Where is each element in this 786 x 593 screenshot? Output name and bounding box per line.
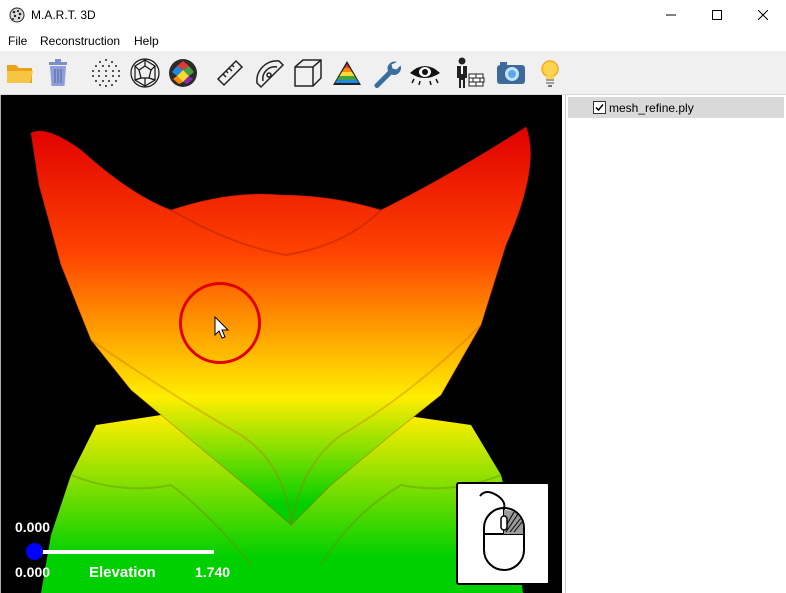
slider-current-value: 0.000 <box>15 519 51 535</box>
slider-title: Elevation <box>89 564 156 581</box>
mouse-icon <box>479 491 525 571</box>
window-title: M.A.R.T. 3D <box>31 8 96 22</box>
eye-icon <box>410 66 440 85</box>
app-logo-icon <box>9 7 25 23</box>
wrench-icon <box>374 61 401 88</box>
colored-mesh-sphere-icon <box>169 59 197 87</box>
tree-item-mesh[interactable]: mesh_refine.ply <box>568 97 784 118</box>
slider-track[interactable] <box>34 550 214 554</box>
open-folder-icon <box>7 65 33 83</box>
delete-button[interactable] <box>41 56 75 90</box>
cube-icon <box>294 59 322 87</box>
protractor-icon <box>256 60 285 89</box>
view-button[interactable] <box>408 56 442 90</box>
toolbar <box>0 51 786 95</box>
trash-icon <box>49 59 67 86</box>
ruler-icon <box>216 59 244 87</box>
visibility-checkbox[interactable] <box>593 101 606 114</box>
minimize-icon <box>666 14 676 16</box>
close-icon <box>758 10 768 20</box>
point-cloud-icon <box>92 59 120 87</box>
menu-file[interactable]: File <box>8 34 27 48</box>
scene-tree-panel: mesh_refine.ply <box>565 95 786 593</box>
close-button[interactable] <box>740 0 786 30</box>
settings-button[interactable] <box>369 56 403 90</box>
elevation-triangle-icon <box>333 61 361 85</box>
menu-bar: File Reconstruction Help <box>0 30 786 51</box>
wireframe-button[interactable] <box>128 56 162 90</box>
elevation-slider-panel: 0.000 0.000 Elevation 1.740 <box>14 517 244 587</box>
bounding-box-button[interactable] <box>291 56 325 90</box>
wireframe-sphere-icon <box>130 58 160 88</box>
maximize-button[interactable] <box>694 0 740 30</box>
point-cloud-button[interactable] <box>89 56 123 90</box>
elevation-button[interactable] <box>330 56 364 90</box>
tree-item-label: mesh_refine.ply <box>609 101 694 115</box>
maximize-icon <box>712 10 722 20</box>
reconstruct-button[interactable] <box>452 56 486 90</box>
minimize-button[interactable] <box>648 0 694 30</box>
measure-distance-button[interactable] <box>213 56 247 90</box>
slider-thumb[interactable] <box>26 543 43 560</box>
camera-icon <box>497 62 525 84</box>
open-button[interactable] <box>3 56 37 90</box>
mouse-hint-panel <box>456 482 550 585</box>
mouse-cursor-icon <box>214 316 230 339</box>
slider-min-label: 0.000 <box>15 564 51 580</box>
check-icon <box>595 104 604 112</box>
lightbulb-icon <box>541 60 559 87</box>
worker-wall-icon <box>457 57 485 88</box>
title-bar: M.A.R.T. 3D <box>0 0 786 30</box>
measure-angle-button[interactable] <box>252 56 286 90</box>
colored-mesh-button[interactable] <box>166 56 200 90</box>
menu-help[interactable]: Help <box>134 34 159 48</box>
screenshot-button[interactable] <box>494 56 528 90</box>
menu-reconstruction[interactable]: Reconstruction <box>40 34 120 48</box>
slider-max-label: 1.740 <box>195 564 231 580</box>
lighting-button[interactable] <box>533 56 567 90</box>
